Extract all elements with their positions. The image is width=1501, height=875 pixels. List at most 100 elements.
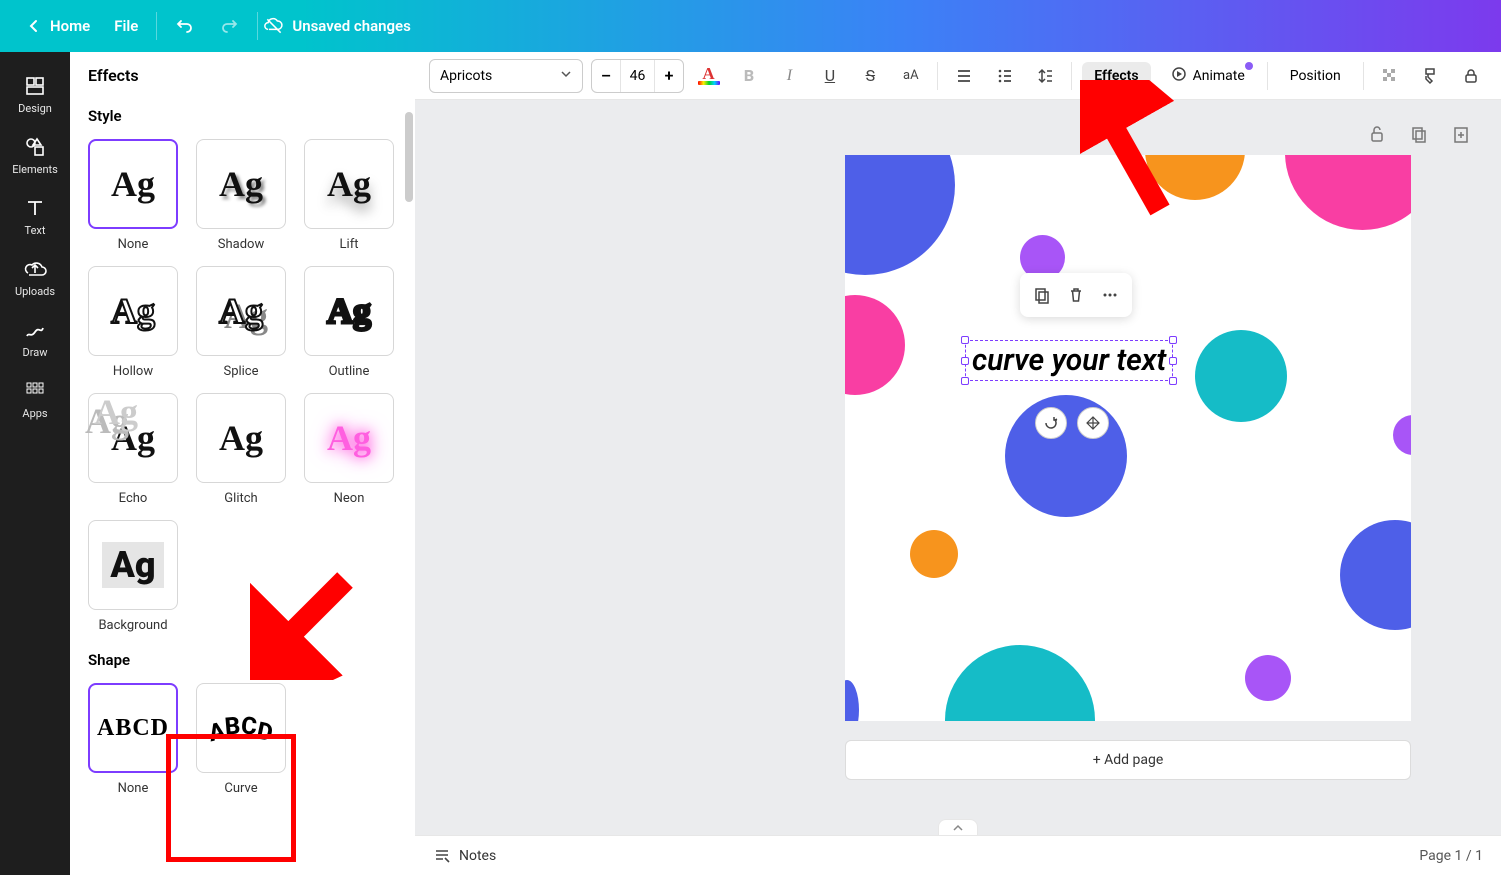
rail-uploads[interactable]: Uploads: [0, 247, 70, 308]
style-heading: Style: [88, 107, 397, 125]
notes-button[interactable]: Notes: [433, 847, 496, 865]
panel-title: Effects: [70, 52, 415, 99]
separator: [156, 12, 157, 40]
delete-button[interactable]: [1060, 279, 1092, 311]
style-glitch-preview: Ag: [196, 393, 286, 483]
style-outline-preview: Ag: [304, 266, 394, 356]
resize-handle[interactable]: [1169, 377, 1177, 385]
undo-button[interactable]: [163, 10, 207, 42]
style-grid: AgNone AgShadow AgLift AgHollow AgSplice…: [88, 139, 397, 633]
bold-button[interactable]: B: [733, 59, 765, 93]
style-glitch[interactable]: AgGlitch: [196, 393, 286, 506]
shape-circle[interactable]: [1245, 655, 1291, 701]
rail-text[interactable]: Text: [0, 186, 70, 247]
context-toolbar: Apricots – 46 + A B I U S aA Effects Ani…: [415, 52, 1501, 100]
move-handle[interactable]: [1077, 407, 1109, 439]
strikethrough-button[interactable]: S: [854, 59, 886, 93]
selection-toolbar: [1020, 273, 1132, 317]
shape-circle[interactable]: [1393, 415, 1411, 455]
style-neon[interactable]: AgNeon: [304, 393, 394, 506]
style-background[interactable]: AgBackground: [88, 520, 178, 633]
font-size-value[interactable]: 46: [620, 60, 654, 92]
chevron-left-icon: [24, 16, 44, 36]
add-page-button[interactable]: + Add page: [845, 740, 1411, 780]
resize-handle[interactable]: [961, 336, 969, 344]
shape-circle[interactable]: [845, 155, 955, 275]
page-indicator: Page 1 / 1: [1419, 848, 1483, 864]
style-shadow-preview: Ag: [196, 139, 286, 229]
shape-none-preview: ABCD: [88, 683, 178, 773]
shape-circle[interactable]: [945, 645, 1095, 721]
canvas-area[interactable]: curve your text + Add page: [415, 100, 1501, 835]
style-neon-preview: Ag: [304, 393, 394, 483]
uppercase-button[interactable]: aA: [895, 59, 927, 93]
file-menu[interactable]: File: [102, 11, 150, 41]
duplicate-button[interactable]: [1026, 279, 1058, 311]
rail-apps[interactable]: Apps: [0, 369, 70, 430]
style-none-label: None: [118, 237, 149, 252]
pages-expand-chevron[interactable]: [938, 819, 978, 835]
font-size-increase[interactable]: +: [655, 66, 684, 85]
separator: [937, 62, 938, 90]
annotation-arrow-effects: [1080, 80, 1180, 220]
style-lift[interactable]: AgLift: [304, 139, 394, 252]
annotation-highlight-curve: [166, 734, 296, 862]
font-select[interactable]: Apricots: [429, 59, 583, 93]
underline-button[interactable]: U: [814, 59, 846, 93]
separator: [1267, 62, 1268, 90]
shape-circle[interactable]: [845, 295, 905, 395]
rail-draw[interactable]: Draw: [0, 308, 70, 369]
resize-handle[interactable]: [961, 357, 969, 365]
lock-button[interactable]: [1455, 59, 1487, 93]
duplicate-page-button[interactable]: [1405, 120, 1433, 148]
rail-elements-label: Elements: [12, 163, 58, 176]
annotation-arrow-curve: [250, 570, 360, 680]
rail-elements[interactable]: Elements: [0, 125, 70, 186]
style-hollow-label: Hollow: [113, 364, 153, 379]
shape-circle[interactable]: [845, 680, 859, 721]
font-size-decrease[interactable]: –: [592, 66, 621, 85]
spacing-button[interactable]: [1029, 59, 1061, 93]
lock-page-button[interactable]: [1363, 120, 1391, 148]
separator: [1071, 62, 1072, 90]
unsaved-label: Unsaved changes: [292, 17, 411, 35]
rotate-handle[interactable]: [1035, 407, 1067, 439]
style-hollow[interactable]: AgHollow: [88, 266, 178, 379]
font-size-group: – 46 +: [591, 59, 685, 93]
file-label: File: [114, 17, 138, 35]
redo-button[interactable]: [207, 10, 251, 42]
transparency-button[interactable]: [1374, 59, 1406, 93]
animate-indicator-dot: [1245, 62, 1253, 70]
list-button[interactable]: [988, 59, 1020, 93]
style-none[interactable]: AgNone: [88, 139, 178, 252]
shape-circle[interactable]: [910, 530, 958, 578]
style-outline[interactable]: AgOutline: [304, 266, 394, 379]
resize-handle[interactable]: [961, 377, 969, 385]
rail-design[interactable]: Design: [0, 64, 70, 125]
separator: [1363, 62, 1364, 90]
canvas-page[interactable]: curve your text: [845, 155, 1411, 721]
style-echo[interactable]: AgEcho: [88, 393, 178, 506]
style-shadow[interactable]: AgShadow: [196, 139, 286, 252]
status-bar: Notes Page 1 / 1: [415, 835, 1501, 875]
copy-style-button[interactable]: [1414, 59, 1446, 93]
shape-none[interactable]: ABCDNone: [88, 683, 178, 796]
text-element[interactable]: curve your text: [965, 340, 1173, 381]
shape-circle[interactable]: [1195, 330, 1287, 422]
text-color-button[interactable]: A: [692, 59, 724, 93]
rail-design-label: Design: [18, 102, 52, 115]
position-button[interactable]: Position: [1278, 62, 1353, 90]
home-button[interactable]: Home: [12, 10, 102, 42]
italic-button[interactable]: I: [773, 59, 805, 93]
shape-circle[interactable]: [1340, 520, 1411, 630]
add-page-button[interactable]: [1447, 120, 1475, 148]
shape-circle[interactable]: [1285, 155, 1411, 230]
style-splice-preview: Ag: [196, 266, 286, 356]
align-button[interactable]: [948, 59, 980, 93]
style-splice[interactable]: AgSplice: [196, 266, 286, 379]
panel-scrollbar[interactable]: [405, 112, 413, 202]
font-name: Apricots: [440, 68, 492, 84]
resize-handle[interactable]: [1169, 336, 1177, 344]
more-button[interactable]: [1094, 279, 1126, 311]
resize-handle[interactable]: [1169, 357, 1177, 365]
